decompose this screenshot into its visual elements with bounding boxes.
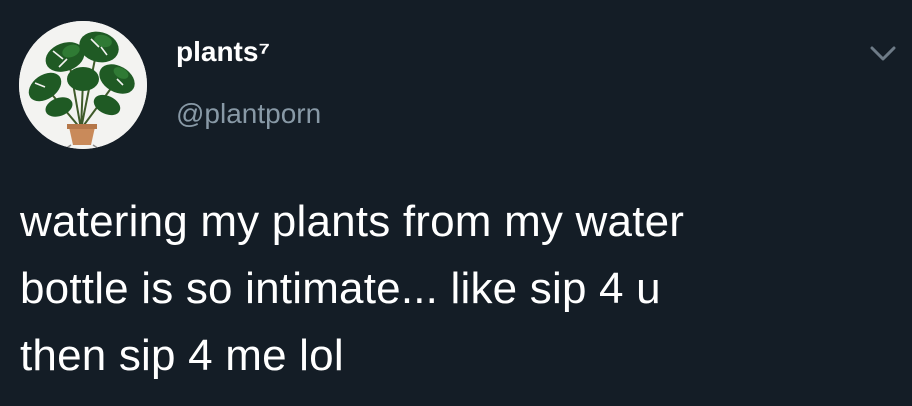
tweet-card: plants⁷ @plantporn watering my plants fr…: [0, 0, 912, 406]
tweet-menu-button[interactable]: [866, 36, 900, 70]
user-handle[interactable]: @plantporn: [176, 96, 321, 132]
monstera-plant-icon: [19, 21, 147, 149]
display-name[interactable]: plants⁷: [176, 34, 270, 70]
chevron-down-icon: [870, 46, 896, 61]
avatar[interactable]: [19, 21, 147, 149]
tweet-text: watering my plants from my water bottle …: [20, 197, 685, 380]
